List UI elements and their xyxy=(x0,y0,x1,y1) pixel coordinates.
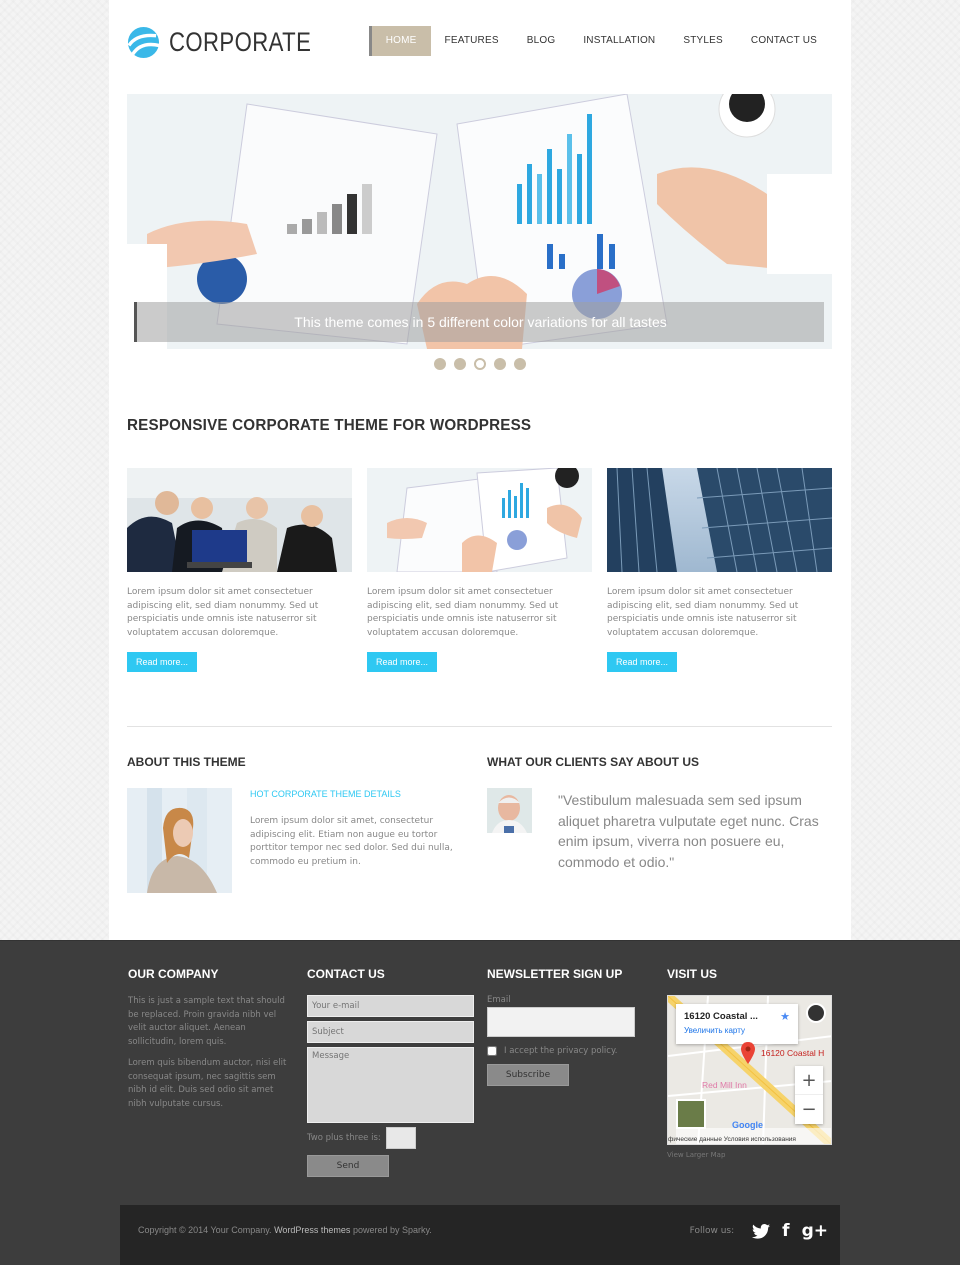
section-title: RESPONSIVE CORPORATE THEME FOR WORDPRESS xyxy=(127,417,532,434)
map-poi-label: Red Mill Inn xyxy=(702,1080,747,1090)
footer-contact-form: CONTACT US Two plus three is: Send xyxy=(307,967,474,1177)
page-container: CORPORATE HOME FEATURES BLOG INSTALLATIO… xyxy=(109,0,851,940)
section-divider xyxy=(127,726,832,727)
map-enlarge-link[interactable]: Увеличить карту xyxy=(684,1026,790,1035)
nav-blog[interactable]: BLOG xyxy=(513,26,570,56)
visit-title: VISIT US xyxy=(667,967,718,981)
read-more-button[interactable]: Read more... xyxy=(607,652,678,672)
star-icon[interactable]: ★ xyxy=(780,1010,790,1023)
site-logo[interactable]: CORPORATE xyxy=(127,26,343,59)
map-place-name: 16120 Coastal ... xyxy=(684,1011,758,1022)
feature-card: Lorem ipsum dolor sit amet consectetuer … xyxy=(607,468,832,672)
card-text: Lorem ipsum dolor sit amet consectetuer … xyxy=(607,587,799,638)
about-text: Lorem ipsum dolor sit amet, consectetur … xyxy=(250,816,453,867)
google-plus-icon[interactable]: g+ xyxy=(802,1221,828,1241)
captcha-label: Two plus three is: xyxy=(307,1133,381,1143)
contact-email-input[interactable] xyxy=(307,995,474,1017)
main-nav: HOME FEATURES BLOG INSTALLATION STYLES C… xyxy=(368,26,831,56)
footer-company-text-1: This is just a sample text that should b… xyxy=(128,996,285,1047)
map-zoom-in-button[interactable]: + xyxy=(795,1066,823,1095)
subscribe-button[interactable]: Subscribe xyxy=(487,1064,569,1086)
slider-dot-3[interactable] xyxy=(474,358,486,370)
about-image-businesswoman xyxy=(127,788,232,893)
footer-newsletter: NEWSLETTER SIGN UP Email I accept the pr… xyxy=(487,967,635,1086)
slider-dot-1[interactable] xyxy=(434,358,446,370)
card-image-skyscrapers xyxy=(607,468,832,572)
captcha-row: Two plus three is: xyxy=(307,1127,474,1149)
captcha-input[interactable] xyxy=(385,1127,416,1149)
copyright-prefix: Copyright © 2014 Your Company. xyxy=(138,1225,272,1235)
card-image-financial-charts xyxy=(367,468,592,572)
logo-icon xyxy=(127,26,160,59)
copyright: Copyright © 2014 Your Company. WordPress… xyxy=(138,1225,432,1235)
nav-styles[interactable]: STYLES xyxy=(669,26,737,56)
contact-message-textarea[interactable] xyxy=(307,1047,474,1123)
feature-card: Lorem ipsum dolor sit amet consectetuer … xyxy=(367,468,592,672)
slide-caption: This theme comes in 5 different color va… xyxy=(134,302,824,342)
slider-dot-5[interactable] xyxy=(514,358,526,370)
view-larger-map-link[interactable]: View Larger Map xyxy=(667,1151,832,1159)
slider-dot-4[interactable] xyxy=(494,358,506,370)
map-satellite-toggle[interactable] xyxy=(676,1099,706,1129)
footer-visit-us: VISIT US 16120 Coastal ... ★ Увеличить к… xyxy=(667,967,832,1159)
footer-company-text-2: Lorem quis bibendum auctor, nisi elit co… xyxy=(128,1058,287,1109)
embedded-map[interactable]: 16120 Coastal ... ★ Увеличить карту 1612… xyxy=(667,995,832,1145)
footer-contact-title: CONTACT US xyxy=(307,967,385,981)
clients-title: WHAT OUR CLIENTS SAY ABOUT US xyxy=(487,755,700,769)
send-button[interactable]: Send xyxy=(307,1155,389,1177)
nav-home[interactable]: HOME xyxy=(368,26,431,56)
bottom-bar: Copyright © 2014 Your Company. WordPress… xyxy=(120,1205,840,1265)
privacy-checkbox-row[interactable]: I accept the privacy policy. xyxy=(487,1046,635,1056)
card-text: Lorem ipsum dolor sit amet consectetuer … xyxy=(367,587,559,638)
wordpress-themes-link[interactable]: WordPress themes xyxy=(274,1225,350,1235)
privacy-checkbox[interactable] xyxy=(487,1046,497,1056)
google-logo: Google xyxy=(732,1120,763,1130)
read-more-button[interactable]: Read more... xyxy=(127,652,198,672)
card-image-business-team xyxy=(127,468,352,572)
footer-company-title: OUR COMPANY xyxy=(128,967,219,981)
feature-cards: Lorem ipsum dolor sit amet consectetuer … xyxy=(127,468,832,672)
footer-our-company: OUR COMPANY This is just a sample text t… xyxy=(128,967,293,1119)
map-pegman-icon[interactable] xyxy=(806,1003,826,1023)
about-title: ABOUT THIS THEME xyxy=(127,755,246,769)
slider-pagination xyxy=(109,358,851,370)
copyright-suffix: powered by Sparky. xyxy=(352,1225,432,1235)
nav-contact-us[interactable]: CONTACT US xyxy=(737,26,831,56)
map-zoom-controls: + − xyxy=(795,1066,823,1124)
facebook-icon[interactable]: f xyxy=(782,1221,789,1241)
newsletter-email-label: Email xyxy=(487,995,511,1005)
map-pin-icon xyxy=(741,1042,755,1064)
hero-slider[interactable]: This theme comes in 5 different color va… xyxy=(127,94,832,349)
map-zoom-out-button[interactable]: − xyxy=(795,1095,823,1124)
client-quote: "Vestibulum malesuada sem sed ipsum aliq… xyxy=(558,792,819,870)
about-subtitle: HOT CORPORATE THEME DETAILS xyxy=(250,789,401,799)
read-more-button[interactable]: Read more... xyxy=(367,652,438,672)
map-place-card: 16120 Coastal ... ★ Увеличить карту xyxy=(676,1004,798,1044)
slider-dot-2[interactable] xyxy=(454,358,466,370)
map-attribution[interactable]: фические данные Условия использования xyxy=(668,1136,831,1143)
twitter-icon[interactable] xyxy=(752,1223,771,1239)
contact-subject-input[interactable] xyxy=(307,1021,474,1043)
newsletter-title: NEWSLETTER SIGN UP xyxy=(487,967,623,981)
social-links: Follow us: f g+ xyxy=(690,1221,828,1241)
map-pin-label: 16120 Coastal H xyxy=(761,1048,825,1058)
logo-text: CORPORATE xyxy=(169,27,312,57)
newsletter-email-input[interactable] xyxy=(487,1007,635,1037)
nav-features[interactable]: FEATURES xyxy=(431,26,513,56)
card-text: Lorem ipsum dolor sit amet consectetuer … xyxy=(127,587,319,638)
nav-installation[interactable]: INSTALLATION xyxy=(569,26,669,56)
client-avatar xyxy=(487,788,532,833)
feature-card: Lorem ipsum dolor sit amet consectetuer … xyxy=(127,468,352,672)
follow-us-label: Follow us: xyxy=(689,1226,735,1236)
privacy-label: I accept the privacy policy. xyxy=(504,1046,618,1056)
